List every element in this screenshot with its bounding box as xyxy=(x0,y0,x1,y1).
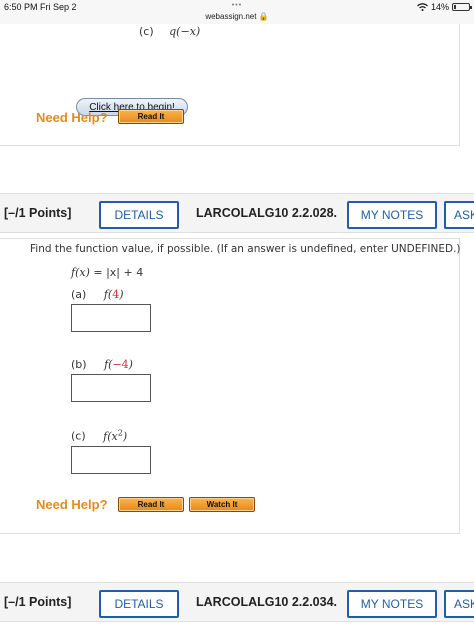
part-b-row: (b) f(−4) xyxy=(71,358,133,371)
points-label: [–/1 Points] xyxy=(4,595,72,609)
answer-a-input[interactable] xyxy=(71,304,151,332)
ask-teacher-button[interactable]: ASK YOUR TEACHER xyxy=(444,590,474,618)
answer-c-input[interactable] xyxy=(71,446,151,474)
watch-it-button[interactable]: Watch It xyxy=(189,497,255,512)
previous-question-block: (c) q(−x) Click here to begin! Need Help… xyxy=(0,24,460,146)
battery-icon xyxy=(452,3,472,11)
next-question-header: [–/1 Points] DETAILS LARCOLALG10 2.2.034… xyxy=(0,582,474,622)
part-c2-close: ) xyxy=(122,429,128,443)
part-a-close: ) xyxy=(119,288,124,301)
part-a-label: (a) xyxy=(71,288,87,301)
ask-teacher-button[interactable]: ASK YOUR TEACHER xyxy=(444,201,474,229)
need-help-label: Need Help? xyxy=(36,110,108,125)
question-block xyxy=(0,238,460,534)
points-label: [–/1 Points] xyxy=(4,206,72,220)
part-c2-fn: f(x xyxy=(103,429,118,443)
function-rhs: = |x| + 4 xyxy=(89,266,144,279)
question-code: LARCOLALG10 2.2.034. xyxy=(196,595,338,609)
details-button[interactable]: DETAILS xyxy=(99,590,179,618)
question-header: [–/1 Points] DETAILS LARCOLALG10 2.2.028… xyxy=(0,193,474,233)
part-c-row: (c) q(−x) xyxy=(139,25,200,38)
question-code: LARCOLALG10 2.2.028. xyxy=(196,206,338,220)
status-indicators: 14% xyxy=(417,2,472,12)
read-it-button[interactable]: Read It xyxy=(118,109,184,124)
battery-level xyxy=(454,5,456,9)
part-b-close: ) xyxy=(128,358,133,371)
part-b-arg: −4 xyxy=(112,358,129,371)
part-a-row: (a) f(4) xyxy=(71,288,124,301)
part-c2-label: (c) xyxy=(71,429,86,443)
my-notes-button[interactable]: MY NOTES xyxy=(347,201,437,229)
battery-percent: 14% xyxy=(430,2,449,12)
question-prompt: Find the function value, if possible. (I… xyxy=(30,243,461,255)
answer-b-input[interactable] xyxy=(71,374,151,402)
part-c-label: (c) xyxy=(139,25,154,38)
more-dots-icon[interactable]: ••• xyxy=(0,2,474,9)
function-fx: f(x) xyxy=(71,266,90,279)
need-help-label: Need Help? xyxy=(36,497,108,512)
part-a-fn: f( xyxy=(103,288,113,301)
function-definition: f(x) = |x| + 4 xyxy=(71,266,143,279)
details-button[interactable]: DETAILS xyxy=(99,201,179,229)
status-bar: 6:50 PM Fri Sep 2 ••• webassign.net 🔒 14… xyxy=(0,0,474,24)
wifi-icon xyxy=(417,3,428,11)
part-b-label: (b) xyxy=(71,358,87,371)
part-c-expression: q(−x) xyxy=(169,25,201,38)
part-c2-row: (c) f(x2) xyxy=(71,428,127,443)
read-it-button[interactable]: Read It xyxy=(118,497,184,512)
my-notes-button[interactable]: MY NOTES xyxy=(347,590,437,618)
url-label[interactable]: webassign.net 🔒 xyxy=(0,12,474,21)
